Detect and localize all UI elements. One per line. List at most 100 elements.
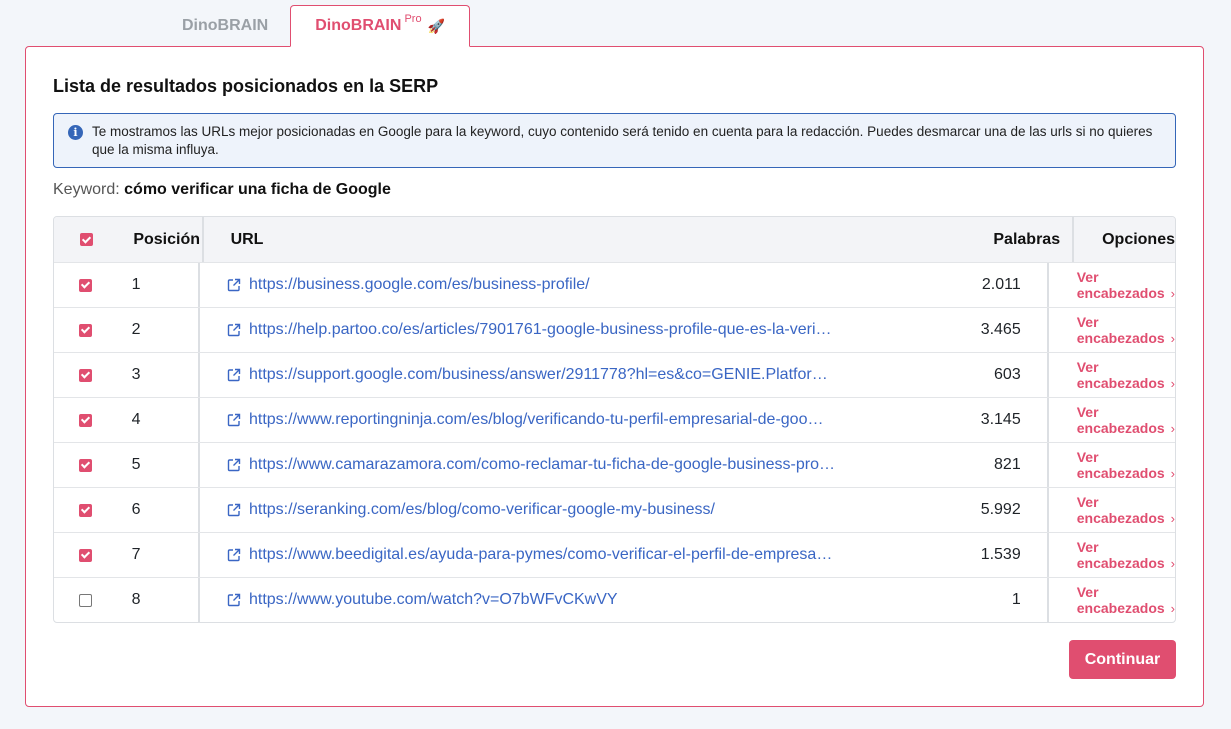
row-checkbox-cell <box>54 443 117 487</box>
keyword-value: cómo verificar una ficha de Google <box>124 181 391 198</box>
tab-dinobrain-pro-label: DinoBRAIN <box>315 17 402 34</box>
ver-encabezados-label: Ver encabezados <box>1076 584 1165 616</box>
row-position: 4 <box>117 398 200 442</box>
table-row: 2 https://help.partoo.co/es/articles/790… <box>54 307 1175 352</box>
row-position: 2 <box>117 308 200 352</box>
row-checkbox[interactable] <box>78 458 92 472</box>
row-words: 5.992 <box>926 488 1049 532</box>
row-words: 3.145 <box>926 398 1049 442</box>
row-url-text: https://help.partoo.co/es/articles/79017… <box>248 321 832 338</box>
row-options-cell: Ver encabezados › <box>1049 263 1175 307</box>
row-checkbox-cell <box>54 533 117 577</box>
table-body: 1 https://business.google.com/es/busines… <box>54 262 1175 622</box>
external-link-icon <box>227 368 241 382</box>
ver-encabezados-link[interactable]: Ver encabezados › <box>1077 404 1175 436</box>
ver-encabezados-label: Ver encabezados <box>1076 539 1165 571</box>
info-icon: i <box>68 125 83 140</box>
tab-dinobrain[interactable]: DinoBRAIN <box>160 5 290 47</box>
keyword-label: Keyword: <box>53 181 120 198</box>
row-url-text: https://www.camarazamora.com/como-reclam… <box>248 456 835 473</box>
row-checkbox[interactable] <box>78 368 92 382</box>
ver-encabezados-label: Ver encabezados <box>1076 449 1165 481</box>
table-row: 4 https://www.reportingninja.com/es/blog… <box>54 397 1175 442</box>
row-position: 1 <box>117 263 200 307</box>
row-url-link[interactable]: https://www.camarazamora.com/como-reclam… <box>227 456 835 474</box>
select-all-cell <box>54 217 118 262</box>
row-position: 8 <box>117 578 200 622</box>
tab-dinobrain-pro[interactable]: DinoBRAIN Pro 🚀 <box>290 5 470 47</box>
row-options-cell: Ver encabezados › <box>1049 308 1175 352</box>
chevron-right-icon: › <box>1170 601 1176 616</box>
ver-encabezados-label: Ver encabezados <box>1076 404 1165 436</box>
ver-encabezados-link[interactable]: Ver encabezados › <box>1077 539 1175 571</box>
ver-encabezados-label: Ver encabezados <box>1076 269 1165 301</box>
row-url-cell: https://seranking.com/es/blog/como-verif… <box>200 488 926 532</box>
row-words: 1 <box>926 578 1049 622</box>
results-table: Posición URL Palabras Opciones 1 https:/… <box>53 216 1176 623</box>
ver-encabezados-link[interactable]: Ver encabezados › <box>1077 584 1175 616</box>
row-url-cell: https://support.google.com/business/answ… <box>200 353 926 397</box>
row-checkbox[interactable] <box>78 413 92 427</box>
ver-encabezados-link[interactable]: Ver encabezados › <box>1077 269 1175 301</box>
row-position: 5 <box>117 443 200 487</box>
row-options-cell: Ver encabezados › <box>1049 353 1175 397</box>
row-url-cell: https://www.beedigital.es/ayuda-para-pym… <box>200 533 926 577</box>
row-checkbox[interactable] <box>78 503 92 517</box>
row-url-cell: https://help.partoo.co/es/articles/79017… <box>200 308 926 352</box>
ver-encabezados-label: Ver encabezados <box>1076 494 1165 526</box>
row-checkbox-cell <box>54 308 117 352</box>
row-checkbox[interactable] <box>78 593 92 607</box>
continue-button[interactable]: Continuar <box>1069 640 1176 679</box>
row-checkbox[interactable] <box>78 548 92 562</box>
select-all-checkbox[interactable] <box>79 233 93 246</box>
tab-dinobrain-label: DinoBRAIN <box>182 17 269 34</box>
ver-encabezados-link[interactable]: Ver encabezados › <box>1077 359 1175 391</box>
row-position: 6 <box>117 488 200 532</box>
chevron-right-icon: › <box>1170 421 1176 436</box>
ver-encabezados-label: Ver encabezados <box>1076 314 1165 346</box>
chevron-right-icon: › <box>1170 556 1176 571</box>
table-row: 1 https://business.google.com/es/busines… <box>54 262 1175 307</box>
row-checkbox-cell <box>54 263 117 307</box>
table-row: 6 https://seranking.com/es/blog/como-ver… <box>54 487 1175 532</box>
external-link-icon <box>227 323 241 337</box>
rocket-icon: 🚀 <box>427 17 445 34</box>
row-options-cell: Ver encabezados › <box>1049 398 1175 442</box>
chevron-right-icon: › <box>1170 286 1176 301</box>
row-url-link[interactable]: https://www.youtube.com/watch?v=O7bWFvCK… <box>227 591 618 609</box>
row-url-link[interactable]: https://support.google.com/business/answ… <box>227 366 828 384</box>
pro-superscript: Pro <box>404 13 422 25</box>
info-text: Te mostramos las URLs mejor posicionadas… <box>92 124 1153 157</box>
row-words: 603 <box>926 353 1049 397</box>
row-url-link[interactable]: https://seranking.com/es/blog/como-verif… <box>227 501 715 519</box>
row-url-link[interactable]: https://business.google.com/es/business-… <box>227 276 590 294</box>
keyword-line: Keyword: cómo verificar una ficha de Goo… <box>53 181 391 199</box>
ver-encabezados-link[interactable]: Ver encabezados › <box>1077 494 1175 526</box>
external-link-icon <box>227 458 241 472</box>
ver-encabezados-link[interactable]: Ver encabezados › <box>1077 314 1175 346</box>
table-row: 5 https://www.camarazamora.com/como-recl… <box>54 442 1175 487</box>
row-url-link[interactable]: https://www.reportingninja.com/es/blog/v… <box>227 411 823 429</box>
row-checkbox[interactable] <box>78 323 92 337</box>
row-options-cell: Ver encabezados › <box>1049 578 1175 622</box>
row-url-link[interactable]: https://www.beedigital.es/ayuda-para-pym… <box>227 546 837 564</box>
row-url-text: https://www.youtube.com/watch?v=O7bWFvCK… <box>248 591 618 608</box>
row-options-cell: Ver encabezados › <box>1049 488 1175 532</box>
table-header: Posición URL Palabras Opciones <box>54 217 1175 262</box>
external-link-icon <box>227 503 241 517</box>
ver-encabezados-label: Ver encabezados <box>1076 359 1165 391</box>
table-row: 3 https://support.google.com/business/an… <box>54 352 1175 397</box>
row-checkbox-cell <box>54 578 117 622</box>
external-link-icon <box>227 413 241 427</box>
external-link-icon <box>227 548 241 562</box>
row-checkbox[interactable] <box>78 278 92 292</box>
row-url-cell: https://www.camarazamora.com/como-reclam… <box>200 443 926 487</box>
row-url-cell: https://business.google.com/es/business-… <box>200 263 926 307</box>
row-url-text: https://support.google.com/business/answ… <box>248 366 828 383</box>
external-link-icon <box>227 593 241 607</box>
table-row: 8 https://www.youtube.com/watch?v=O7bWFv… <box>54 577 1175 622</box>
row-position: 7 <box>117 533 200 577</box>
row-url-link[interactable]: https://help.partoo.co/es/articles/79017… <box>227 321 832 339</box>
tab-bar: DinoBRAIN DinoBRAIN Pro 🚀 <box>160 5 470 47</box>
ver-encabezados-link[interactable]: Ver encabezados › <box>1077 449 1175 481</box>
